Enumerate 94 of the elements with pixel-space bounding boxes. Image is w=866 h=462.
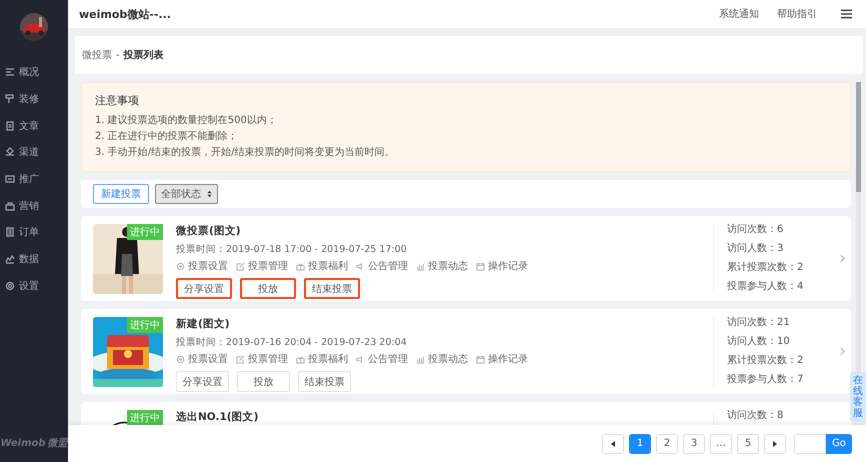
calendar-icon — [476, 354, 485, 364]
status-badge: 进行中 — [127, 316, 163, 332]
chart-icon — [5, 254, 15, 264]
vote-button[interactable]: 分享设置 — [176, 278, 232, 299]
next-page-button[interactable] — [764, 434, 786, 454]
action-link[interactable]: 操作记录 — [476, 259, 528, 273]
vote-title: 选出NO.1(图文) — [176, 410, 260, 424]
stat-text: 投票参与人数：4 — [727, 281, 804, 293]
bar-chart-icon — [416, 262, 425, 270]
gear-icon — [5, 280, 15, 291]
caret-right-icon — [773, 440, 777, 446]
stat-text: 访问次数：8 — [727, 410, 784, 422]
calendar-icon — [476, 262, 485, 270]
page-button[interactable]: 5 — [737, 434, 759, 454]
vote-button[interactable]: 投放 — [240, 278, 296, 299]
brand-logo: Weimob — [0, 438, 46, 449]
sort-arrows-icon — [207, 190, 212, 198]
stat-text: 访问人数：10 — [727, 336, 791, 348]
status-badge: 进行中 — [127, 410, 163, 426]
create-vote-button[interactable]: 新建投票 — [93, 184, 149, 204]
vote-button[interactable]: 投放 — [237, 371, 290, 392]
status-badge: 进行中 — [127, 224, 163, 240]
chevron-right-icon[interactable] — [840, 254, 845, 263]
gift-icon — [296, 354, 305, 364]
action-link[interactable]: 公告管理 — [356, 352, 408, 366]
page-input[interactable] — [794, 434, 826, 454]
action-link[interactable]: 公告管理 — [356, 259, 408, 273]
vote-time: 投票时间：2019-07-18 17:00 - 2019-07-25 17:00 — [176, 243, 408, 256]
stat-text: 访问人数：3 — [727, 243, 784, 255]
vote-title: 微投票(图文) — [176, 224, 242, 238]
stat-text: 累计投票次数：2 — [727, 262, 804, 274]
receipt-icon — [5, 227, 15, 238]
brand-logo: 微盟 — [48, 436, 68, 450]
site-title: weimob微站--... — [79, 6, 171, 22]
vote-time: 投票时间：2019-07-16 20:04 - 2019-07-23 20:04 — [176, 336, 408, 349]
list-icon — [5, 67, 15, 78]
diamond-icon — [5, 147, 15, 158]
stat-text: 访问次数：6 — [727, 224, 784, 236]
sidebar-item[interactable]: 设置 — [0, 272, 68, 300]
notice-line: 1. 建议投票选项的数量控制在500以内； — [95, 114, 278, 128]
edit-icon — [236, 262, 245, 270]
previous-page-button[interactable] — [602, 434, 624, 454]
edit-icon — [236, 354, 245, 364]
gift-icon — [296, 262, 305, 270]
caret-left-icon — [611, 440, 615, 446]
action-link[interactable]: 投票管理 — [236, 352, 288, 366]
action-link[interactable]: 投票动态 — [416, 259, 468, 273]
action-link[interactable]: 投票动态 — [416, 352, 468, 366]
scrollbar[interactable] — [856, 82, 861, 372]
page-button[interactable]: 3 — [683, 434, 705, 454]
action-link[interactable]: 投票福利 — [296, 259, 348, 273]
document-icon — [5, 120, 15, 131]
status-dropdown[interactable]: 全部状态 — [155, 184, 218, 204]
vote-title: 新建(图文) — [176, 317, 231, 331]
header-link[interactable]: 帮助指引 — [777, 7, 817, 21]
sidebar-item[interactable]: 渠道 — [0, 139, 68, 166]
action-link[interactable]: 投票福利 — [296, 352, 348, 366]
action-link[interactable]: 投票设置 — [176, 352, 228, 366]
header-link[interactable]: 系统通知 — [719, 7, 759, 21]
go-button[interactable]: Go — [826, 434, 852, 454]
speaker-icon — [356, 354, 365, 364]
action-link[interactable]: 投票设置 — [176, 259, 228, 273]
sidebar-item[interactable]: 概况 — [0, 59, 68, 86]
settings-icon — [176, 354, 185, 364]
speaker-icon — [356, 262, 365, 270]
breadcrumb-link[interactable]: 微投票 — [82, 48, 112, 62]
vote-button[interactable]: 分享设置 — [176, 371, 229, 392]
sidebar-item[interactable]: 订单 — [0, 219, 68, 246]
notice-line: 2. 正在进行中的投票不能删除； — [95, 130, 239, 144]
notice-line: 3. 手动开始/结束的投票，开始/结束投票的时间将变更为当前时间。 — [95, 146, 396, 160]
page-button[interactable]: … — [710, 434, 732, 454]
chevron-right-icon[interactable] — [840, 347, 845, 356]
page-button[interactable]: 2 — [656, 434, 678, 454]
sidebar-item[interactable]: 装修 — [0, 86, 68, 112]
stat-text: 累计投票次数：2 — [727, 355, 804, 367]
vote-button[interactable]: 结束投票 — [298, 371, 351, 392]
action-link[interactable]: 投票管理 — [236, 259, 288, 273]
sidebar-item[interactable]: 文章 — [0, 112, 68, 140]
vote-button[interactable]: 结束投票 — [304, 278, 360, 299]
sidebar-item[interactable]: 推广 — [0, 166, 68, 192]
stat-text: 投票参与人数：7 — [727, 374, 804, 386]
settings-icon — [176, 262, 185, 270]
menu-icon[interactable] — [841, 9, 852, 19]
sidebar-item[interactable]: 数据 — [0, 246, 68, 272]
action-link[interactable]: 操作记录 — [476, 352, 528, 366]
page-button[interactable]: 1 — [629, 434, 651, 454]
bag-icon — [5, 200, 15, 211]
monitor-icon — [5, 174, 15, 184]
sidebar-item[interactable]: 营销 — [0, 192, 68, 220]
breadcrumb-current: 投票列表 — [124, 48, 164, 62]
notice-title: 注意事项 — [95, 93, 140, 108]
stat-text: 访问次数：21 — [727, 317, 791, 329]
bar-chart-icon — [416, 354, 425, 364]
breadcrumb-separator: - — [116, 50, 120, 60]
